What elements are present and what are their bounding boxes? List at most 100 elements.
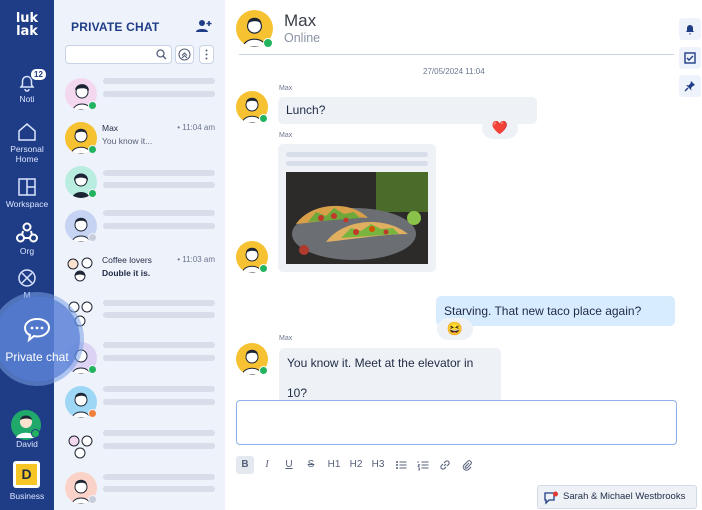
strikethrough-button[interactable]: S: [303, 456, 319, 474]
conversation-sidebar: PRIVATE CHAT Max • 11:04 am You know it.…: [54, 0, 225, 510]
online-status-dot: [88, 189, 97, 198]
bell-icon: [686, 25, 694, 35]
app-logo[interactable]: luk lak: [9, 12, 45, 38]
contact-status: Online: [284, 31, 321, 45]
group-avatar: [65, 254, 97, 286]
workspace-icon: [18, 178, 36, 196]
numbered-list-button[interactable]: [415, 456, 431, 474]
text-placeholder: [286, 152, 428, 157]
numbered-list-icon: [417, 461, 429, 471]
message-bubble[interactable]: You know it. Meet at the elevator in 10?: [279, 348, 501, 408]
pinned-button[interactable]: [679, 75, 701, 97]
tasks-button[interactable]: [679, 47, 701, 69]
conversation-preview: Double it is.: [102, 268, 151, 278]
text-placeholder: [103, 223, 215, 229]
my-message-bubble[interactable]: Starving. That new taco place again?: [436, 296, 675, 326]
italic-button[interactable]: I: [259, 456, 275, 474]
online-status-dot: [259, 264, 268, 273]
rail-item-workspace[interactable]: Workspace: [0, 177, 54, 209]
conversation-item[interactable]: [54, 206, 225, 250]
private-chat-label: Private chat: [5, 350, 69, 364]
text-placeholder: [103, 91, 215, 97]
conversation-name: Coffee lovers: [102, 255, 152, 265]
laugh-reaction[interactable]: 😆: [437, 318, 473, 340]
link-icon: [440, 460, 450, 470]
business-logo[interactable]: D: [13, 461, 40, 488]
group-icon: [67, 257, 93, 282]
rail-item-personal-home[interactable]: Personal Home: [0, 122, 54, 164]
heading3-button[interactable]: H3: [369, 456, 387, 474]
message-sender: Max: [279, 85, 293, 92]
online-status-dot: [88, 365, 97, 374]
conversation-item[interactable]: [54, 294, 225, 338]
online-status-dot: [31, 429, 40, 438]
conversation-item[interactable]: Max • 11:04 am You know it...: [54, 118, 225, 162]
heading2-button[interactable]: H2: [347, 456, 365, 474]
notifications-button[interactable]: [679, 18, 701, 40]
text-placeholder: [103, 300, 215, 306]
home-icon: [18, 123, 36, 141]
rail-item-m[interactable]: M: [0, 268, 54, 300]
rail-item-business[interactable]: Business: [0, 491, 54, 501]
conversation-item[interactable]: [54, 162, 225, 206]
link-button[interactable]: [437, 456, 453, 474]
add-contact-icon[interactable]: [196, 18, 212, 34]
text-placeholder: [103, 210, 215, 216]
conversation-item[interactable]: [54, 74, 225, 118]
message-sender: Max: [279, 335, 293, 342]
checklist-icon: [684, 52, 696, 64]
david-avatar[interactable]: [11, 410, 41, 440]
bold-button[interactable]: B: [236, 456, 254, 474]
taco-photo: [286, 172, 428, 264]
text-placeholder: [103, 386, 215, 392]
pin-icon: [684, 81, 695, 92]
rail-item-noti[interactable]: 12 Noti: [0, 68, 54, 104]
away-status-dot: [88, 409, 97, 418]
conversation-item[interactable]: [54, 382, 225, 426]
bullet-list-button[interactable]: [393, 456, 409, 474]
text-placeholder: [103, 399, 215, 405]
text-placeholder: [103, 78, 215, 84]
chat-bubble-icon: [23, 317, 51, 343]
attach-button[interactable]: [459, 456, 475, 474]
search-icon: [156, 49, 167, 60]
heart-reaction[interactable]: ❤️: [482, 117, 518, 139]
conversation-preview: You know it...: [102, 136, 153, 146]
image-message[interactable]: [278, 144, 436, 272]
conversation-item[interactable]: [54, 426, 225, 470]
org-icon: [16, 222, 38, 243]
text-placeholder: [286, 161, 428, 166]
text-placeholder: [103, 474, 215, 480]
offline-status-dot: [88, 495, 97, 504]
conversation-item[interactable]: Coffee lovers • 11:03 am Double it is.: [54, 250, 225, 294]
more-options-button[interactable]: [199, 45, 214, 64]
chat-panel: Max Online 27/05/2024 11:04 Max Lunch? ❤…: [225, 0, 702, 510]
date-stamp: 27/05/2024 11:04: [423, 67, 485, 76]
bullet-list-icon: [396, 461, 407, 469]
text-placeholder: [103, 355, 215, 361]
kebab-icon: [205, 49, 208, 60]
minimized-chat-title: Sarah & Michael Westbrooks: [563, 491, 686, 502]
heading1-button[interactable]: H1: [325, 456, 343, 474]
rail-item-org[interactable]: Org: [0, 222, 54, 256]
online-status-dot: [88, 101, 97, 110]
filter-icon: [178, 48, 191, 61]
conversation-name: Max: [102, 123, 119, 133]
header-divider: [239, 54, 674, 55]
offline-status-dot: [88, 233, 97, 242]
online-status-dot: [263, 38, 273, 48]
search-input[interactable]: [65, 45, 172, 64]
text-placeholder: [103, 430, 215, 436]
conversation-time: • 11:03 am: [177, 255, 215, 264]
conversation-item[interactable]: [54, 468, 225, 510]
minimized-chat-tab[interactable]: Sarah & Michael Westbrooks: [537, 485, 697, 509]
text-placeholder: [103, 312, 215, 318]
noti-count-badge: 12: [30, 68, 47, 81]
message-input[interactable]: [236, 400, 677, 445]
text-placeholder: [103, 182, 215, 188]
online-status-dot: [259, 366, 268, 375]
filter-button[interactable]: [175, 45, 194, 64]
nav-rail: luk lak 12 Noti Personal Home Workspace …: [0, 0, 54, 510]
underline-button[interactable]: U: [281, 456, 297, 474]
contact-name: Max: [284, 11, 317, 30]
